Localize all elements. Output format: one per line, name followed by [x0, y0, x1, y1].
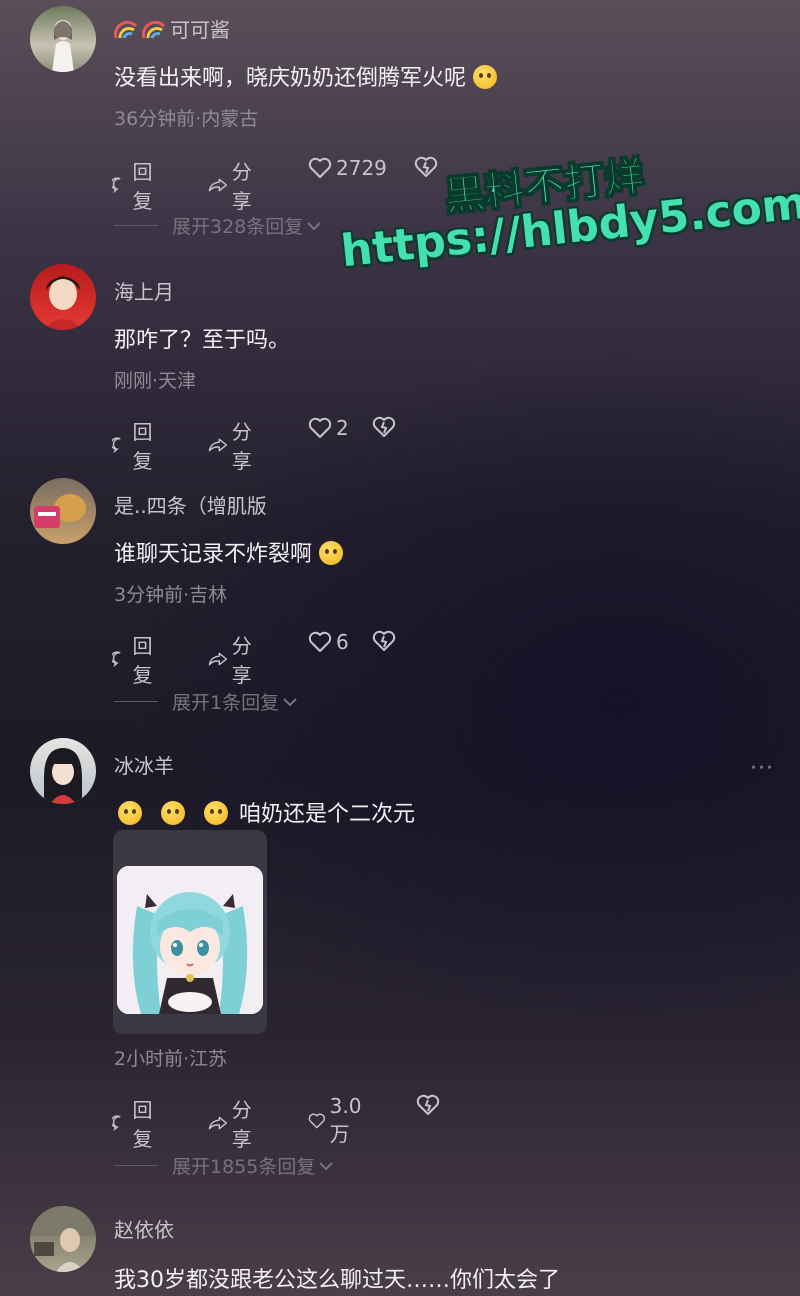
dislike-button[interactable]: [372, 416, 396, 438]
rofl-emoji-icon: [473, 65, 498, 89]
like-count: 3.0万: [329, 1094, 362, 1146]
comment-meta: 刚刚·天津: [114, 370, 197, 392]
share-label: 分享: [231, 420, 252, 473]
comment-text: 我30岁都没跟老公这么聊过天……你们太会了: [114, 1268, 560, 1293]
username[interactable]: 赵依依: [114, 1214, 174, 1243]
chevron-down-icon: [283, 697, 297, 706]
reply-label: 回复: [132, 1098, 153, 1151]
reply-button[interactable]: 回复: [112, 1094, 160, 1152]
broken-heart-icon: [372, 630, 396, 651]
share-button[interactable]: 分享: [208, 1094, 260, 1152]
avatar[interactable]: [30, 264, 96, 330]
reply-label: 回复: [132, 160, 153, 213]
avatar[interactable]: [30, 478, 96, 544]
share-button[interactable]: 分享: [208, 630, 260, 688]
anime-girl-image: [117, 866, 263, 1014]
share-label: 分享: [231, 160, 252, 213]
avatar[interactable]: [30, 6, 96, 72]
watermark-url: https://hlbdy5.com: [338, 177, 800, 278]
like-button[interactable]: 2729: [308, 156, 387, 180]
like-count: 6: [336, 630, 349, 654]
watermark-overlay: 黑料不打烊 https://hlbdy5.com: [339, 150, 800, 280]
expand-replies-button[interactable]: 展开1855条回复: [114, 1152, 335, 1179]
share-arrow-icon: [208, 652, 228, 666]
divider-line: [114, 701, 158, 702]
expand-label: 展开328条回复: [172, 216, 304, 238]
share-label: 分享: [231, 1098, 252, 1151]
heart-icon: [308, 1113, 326, 1128]
share-arrow-icon: [208, 178, 228, 192]
comment-text-label: 谁聊天记录不炸裂啊: [114, 542, 313, 567]
broken-heart-icon: [416, 1094, 440, 1115]
username[interactable]: 可可酱: [113, 14, 230, 43]
expand-label: 展开1855条回复: [172, 1156, 316, 1178]
reply-bubble-icon: [112, 437, 121, 454]
like-count: 2: [336, 416, 349, 440]
expand-label: 展开1条回复: [172, 692, 280, 714]
share-label: 分享: [231, 634, 252, 687]
comment-text-label: 没看出来啊，晓庆奶奶还倒腾军火呢: [114, 66, 467, 91]
more-options-button[interactable]: ···: [750, 756, 774, 781]
dislike-button[interactable]: [372, 630, 396, 652]
comment-text: 谁聊天记录不炸裂啊: [114, 536, 344, 568]
like-button[interactable]: 3.0万: [308, 1094, 368, 1147]
expand-replies-button[interactable]: 展开328条回复: [114, 212, 323, 239]
heart-icon: [308, 417, 332, 438]
grin-emoji-icon: [118, 801, 142, 825]
like-button[interactable]: 6: [308, 630, 349, 654]
comment-text: 咱奶还是个二次元: [118, 796, 415, 828]
reply-button[interactable]: 回复: [112, 416, 160, 474]
comment-meta: 3分钟前·吉林: [114, 584, 228, 606]
username[interactable]: 冰冰羊: [114, 750, 174, 779]
username[interactable]: 是..四条（增肌版: [114, 490, 267, 519]
divider-line: [114, 225, 158, 226]
broken-heart-icon: [372, 416, 396, 437]
comment-text: 没看出来啊，晓庆奶奶还倒腾军火呢: [114, 60, 498, 92]
comment-text: 那咋了？至于吗。: [114, 328, 291, 353]
comment-meta: 36分钟前·内蒙古: [114, 108, 259, 130]
watermark-title: 黑料不打烊: [442, 153, 647, 221]
reply-label: 回复: [132, 634, 153, 687]
grin-emoji-icon: [161, 801, 185, 825]
broken-heart-icon: [414, 156, 438, 177]
comment-meta: 2小时前·江苏: [114, 1048, 228, 1070]
divider-line: [114, 1165, 158, 1166]
dislike-button[interactable]: [414, 156, 438, 178]
heart-icon: [308, 631, 332, 652]
username[interactable]: 海上月: [114, 276, 174, 305]
like-count: 2729: [336, 156, 387, 180]
share-button[interactable]: 分享: [208, 156, 260, 214]
share-arrow-icon: [208, 1116, 228, 1130]
comment-image[interactable]: [113, 830, 267, 1034]
share-button[interactable]: 分享: [208, 416, 260, 474]
like-button[interactable]: 2: [308, 416, 349, 440]
chevron-down-icon: [319, 1161, 334, 1170]
reply-label: 回复: [132, 420, 153, 473]
reply-bubble-icon: [112, 651, 121, 668]
smirk-emoji-icon: [319, 541, 344, 565]
share-arrow-icon: [208, 438, 228, 452]
comment-text-label: 咱奶还是个二次元: [239, 802, 416, 827]
reply-button[interactable]: 回复: [112, 156, 160, 214]
rainbow-icon: [141, 20, 166, 40]
avatar[interactable]: [30, 1206, 96, 1272]
reply-bubble-icon: [112, 177, 121, 194]
grin-emoji-icon: [204, 801, 228, 825]
avatar[interactable]: [30, 738, 96, 804]
username-label: 可可酱: [170, 18, 230, 42]
reply-bubble-icon: [112, 1115, 121, 1132]
heart-icon: [308, 157, 332, 178]
expand-replies-button[interactable]: 展开1条回复: [114, 688, 299, 715]
chevron-down-icon: [307, 221, 321, 230]
rainbow-icon: [113, 20, 138, 40]
reply-button[interactable]: 回复: [112, 630, 160, 688]
dislike-button[interactable]: [416, 1094, 440, 1116]
